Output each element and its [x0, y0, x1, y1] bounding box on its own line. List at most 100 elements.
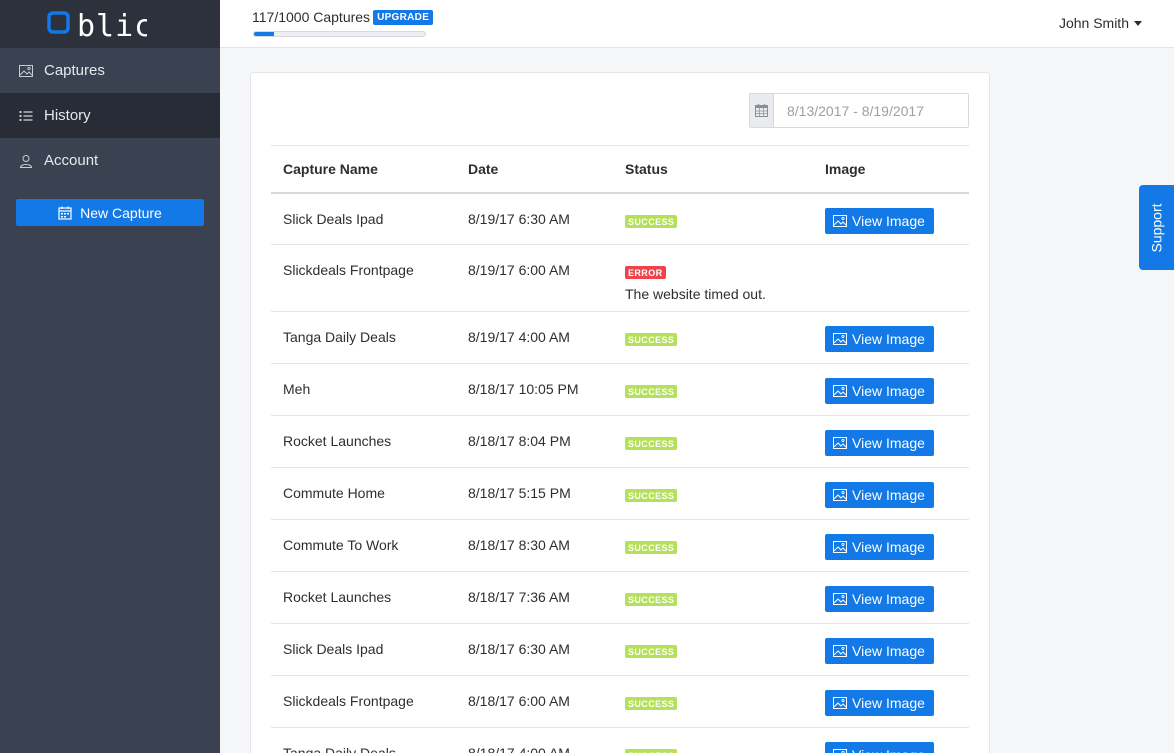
view-image-label: View Image [852, 539, 925, 555]
list-icon [19, 109, 33, 123]
capture-name-cell: Meh [271, 363, 456, 416]
column-header-status[interactable]: Status [613, 145, 813, 194]
upgrade-button[interactable]: UPGRADE [373, 9, 434, 25]
capture-date-cell: 8/18/17 8:30 AM [456, 519, 613, 572]
sidebar-item-label: History [44, 107, 91, 124]
status-badge: SUCCESS [625, 697, 678, 710]
capture-date-cell: 8/18/17 6:00 AM [456, 675, 613, 728]
table-row: Commute To Work 8/18/17 8:30 AM SUCCESS Vie… [271, 519, 969, 572]
status-cell: SUCCESS [613, 363, 813, 416]
table-row: Commute Home 8/18/17 5:15 PM SUCCESS View I… [271, 467, 969, 520]
capture-name-cell: Tanga Daily Deals [271, 727, 456, 753]
table-header-row: Capture Name Date Status Image [271, 145, 969, 194]
image-icon [833, 437, 847, 449]
status-cell: SUCCESS [613, 623, 813, 676]
view-image-button[interactable]: View Image [825, 430, 934, 456]
view-image-label: View Image [852, 212, 925, 229]
table-row: Rocket Launches 8/18/17 8:04 PM SUCCESS Vie… [271, 415, 969, 468]
view-image-button[interactable]: View Image [825, 586, 934, 612]
capture-date-cell: 8/18/17 10:05 PM [456, 363, 613, 416]
capture-name-cell: Tanga Daily Deals [271, 311, 456, 364]
status-cell: SUCCESS [613, 311, 813, 364]
view-image-button[interactable]: View Image [825, 638, 934, 664]
view-image-button[interactable]: View Image [825, 207, 934, 234]
table-row: Tanga Daily Deals8/18/17 4:00 AM SUCCESS V… [271, 727, 969, 753]
status-badge: ERROR [625, 266, 666, 279]
image-icon [833, 593, 847, 605]
view-image-label: View Image [852, 643, 925, 659]
history-table-body: Slick Deals Ipad 8/19/17 6:30 AM SUCCESS Vi… [271, 192, 969, 753]
view-image-label: View Image [852, 435, 925, 451]
logo[interactable]: blic [0, 0, 220, 48]
usage-text: 117/1000 Captures [252, 9, 371, 25]
status-badge: SUCCESS [625, 645, 678, 658]
logo-text: blic [77, 10, 147, 38]
view-image-label: View Image [852, 591, 925, 607]
image-icon [833, 385, 847, 397]
calendar-icon[interactable] [750, 94, 774, 127]
view-image-label: View Image [852, 695, 925, 711]
image-cell: View Image [813, 363, 969, 416]
support-label: Support [1148, 202, 1165, 253]
column-header-date[interactable]: Date [456, 145, 613, 194]
status-badge: SUCCESS [625, 214, 678, 228]
image-cell: View Image [813, 415, 969, 468]
image-cell: View Image [813, 623, 969, 676]
image-cell: View Image [813, 467, 969, 520]
column-header-capture-name[interactable]: Capture Name [271, 145, 456, 194]
capture-date-cell: 8/18/17 5:15 PM [456, 467, 613, 520]
table-row: Slick Deals Ipad 8/19/17 6:30 AM SUCCESS Vi… [271, 192, 969, 245]
view-image-button[interactable]: View Image [825, 534, 934, 560]
table-row: Tanga Daily Deals 8/19/17 4:00 AM SUCCESS V… [271, 311, 969, 364]
calendar-icon [58, 206, 72, 220]
capture-date-cell: 8/18/17 8:04 PM [456, 415, 613, 468]
user-icon [19, 154, 33, 168]
image-cell: View Image [813, 675, 969, 728]
status-badge: SUCCESS [625, 489, 678, 502]
status-cell: SUCCESS [613, 727, 813, 753]
status-badge: SUCCESS [625, 593, 678, 606]
table-row: Meh 8/18/17 10:05 PM SUCCESS View Image [271, 363, 969, 416]
view-image-button[interactable]: View Image [825, 690, 934, 716]
capture-date-cell: 8/19/17 6:30 AM [456, 192, 613, 245]
capture-name-cell: Slickdeals Frontpage [271, 675, 456, 728]
image-cell: View Image [813, 571, 969, 624]
view-image-button[interactable]: View Image [825, 742, 934, 753]
capture-name-cell: Slick Deals Ipad [271, 192, 456, 245]
status-cell: SUCCESS [613, 192, 813, 245]
capture-name-cell: Commute To Work [271, 519, 456, 572]
status-cell: ERROR The website timed out. [613, 244, 813, 312]
usage-progress-fill [254, 32, 274, 36]
image-icon [19, 64, 33, 78]
view-image-button[interactable]: View Image [825, 482, 934, 508]
status-cell: SUCCESS [613, 675, 813, 728]
sidebar-item-history[interactable]: History [0, 93, 220, 138]
status-cell: SUCCESS [613, 571, 813, 624]
sidebar-item-captures[interactable]: Captures [0, 48, 220, 93]
status-badge: SUCCESS [625, 385, 678, 398]
table-row: Rocket Launches 8/18/17 7:36 AM SUCCESS Vie… [271, 571, 969, 624]
view-image-button[interactable]: View Image [825, 378, 934, 404]
capture-name-cell: Slick Deals Ipad [271, 623, 456, 676]
capture-date-cell: 8/19/17 4:00 AM [456, 311, 613, 364]
capture-name-cell: Commute Home [271, 467, 456, 520]
usage-progress-bar [253, 31, 426, 37]
logo-icon: blic [47, 10, 147, 38]
image-icon [833, 489, 847, 501]
date-range-input[interactable] [774, 94, 968, 127]
image-cell: View Image [813, 311, 969, 364]
new-capture-button[interactable]: New Capture [16, 199, 204, 226]
view-image-button[interactable]: View Image [825, 326, 934, 352]
view-image-label: View Image [852, 331, 925, 347]
date-range-picker[interactable] [749, 93, 969, 128]
image-icon [833, 333, 847, 345]
status-cell: SUCCESS [613, 467, 813, 520]
sidebar-item-account[interactable]: Account [0, 138, 220, 183]
user-menu[interactable]: John Smith [1059, 15, 1142, 31]
support-tab[interactable]: Support [1139, 185, 1174, 270]
usage-counter: 117/1000 Captures UPGRADE [252, 9, 434, 25]
status-badge: SUCCESS [625, 437, 678, 450]
sidebar-item-label: Account [44, 152, 99, 169]
image-icon [833, 645, 847, 657]
image-cell: View Image [813, 727, 969, 753]
